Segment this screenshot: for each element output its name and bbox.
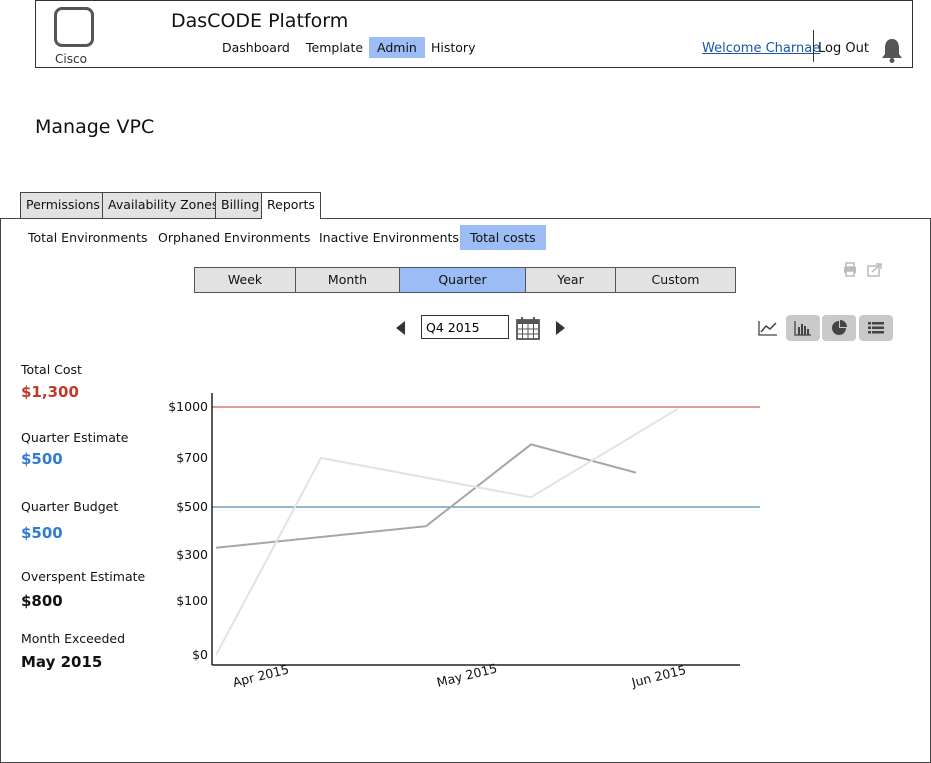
- y-tick-label: $700: [176, 450, 208, 465]
- period-year[interactable]: Year: [526, 268, 616, 292]
- prev-period-icon[interactable]: [396, 321, 405, 335]
- period-week[interactable]: Week: [195, 268, 296, 292]
- calendar-icon[interactable]: [516, 316, 540, 340]
- period-selector: Week Month Quarter Year Custom: [194, 267, 736, 293]
- stat-value-total-cost: $1,300: [21, 383, 79, 401]
- stat-label-month-exceeded: Month Exceeded: [21, 631, 126, 646]
- y-tick-label: $1000: [168, 399, 208, 414]
- y-tick-label: $100: [176, 593, 208, 608]
- logo-icon[interactable]: [54, 7, 94, 47]
- pie-chart-icon: [832, 320, 847, 335]
- stat-value-overspent-estimate: $800: [21, 592, 63, 610]
- page-title: Manage VPC: [35, 116, 155, 138]
- x-tick-label: Jun 2015: [629, 662, 687, 690]
- period-custom[interactable]: Custom: [616, 268, 735, 292]
- subtab-orphaned-environments[interactable]: Orphaned Environments: [148, 225, 320, 250]
- welcome-link[interactable]: Welcome Charnae: [702, 41, 820, 56]
- tab-reports[interactable]: Reports: [261, 192, 321, 219]
- print-share-icons: [844, 262, 882, 277]
- period-date-input[interactable]: [421, 315, 509, 339]
- stat-label-quarter-estimate: Quarter Estimate: [21, 430, 129, 445]
- print-icon[interactable]: [844, 262, 856, 277]
- subtab-total-environments[interactable]: Total Environments: [18, 225, 158, 250]
- subtab-inactive-environments[interactable]: Inactive Environments: [309, 225, 469, 250]
- y-tick-label: $300: [176, 547, 208, 562]
- period-quarter[interactable]: Quarter: [400, 268, 526, 292]
- subtab-total-costs[interactable]: Total costs: [460, 225, 546, 250]
- tab-billing[interactable]: Billing: [215, 192, 266, 218]
- stat-value-month-exceeded: May 2015: [21, 653, 103, 671]
- cost-line-chart: $0$100$300$500$700$1000Apr 2015 May 2015 J…: [168, 393, 760, 690]
- pie-chart-button[interactable]: [822, 315, 856, 341]
- nav-dashboard[interactable]: Dashboard: [214, 37, 298, 58]
- series-line-0: [215, 443, 637, 549]
- stat-label-total-cost: Total Cost: [21, 362, 82, 377]
- nav-admin[interactable]: Admin: [369, 37, 425, 58]
- period-month[interactable]: Month: [296, 268, 400, 292]
- nav-history[interactable]: History: [423, 37, 483, 58]
- bar-chart-button[interactable]: [786, 315, 820, 341]
- list-icon: [868, 322, 884, 334]
- nav-template[interactable]: Template: [298, 37, 371, 58]
- stat-value-quarter-estimate: $500: [21, 450, 63, 468]
- stat-value-quarter-budget: $500: [21, 524, 63, 542]
- y-tick-label: $500: [176, 499, 208, 514]
- table-view-button[interactable]: [859, 315, 893, 341]
- logo-text: Cisco: [55, 52, 87, 66]
- bell-icon[interactable]: [880, 37, 904, 63]
- logout-button[interactable]: Log Out: [818, 41, 869, 56]
- app-title: DasCODE Platform: [171, 10, 349, 32]
- header-divider: [813, 30, 814, 62]
- app-header: Cisco DasCODE Platform Dashboard Templat…: [35, 0, 913, 68]
- line-chart-icon[interactable]: [758, 320, 778, 336]
- bar-chart-icon: [794, 321, 811, 336]
- stat-label-quarter-budget: Quarter Budget: [21, 499, 119, 514]
- y-tick-label: $0: [192, 647, 208, 662]
- stat-label-overspent-estimate: Overspent Estimate: [21, 569, 146, 584]
- share-icon[interactable]: [867, 263, 882, 277]
- series-line-1: [215, 407, 679, 656]
- tab-permissions[interactable]: Permissions: [20, 192, 106, 218]
- tab-availability-zones[interactable]: Availability Zones: [102, 192, 225, 218]
- next-period-icon[interactable]: [556, 321, 565, 335]
